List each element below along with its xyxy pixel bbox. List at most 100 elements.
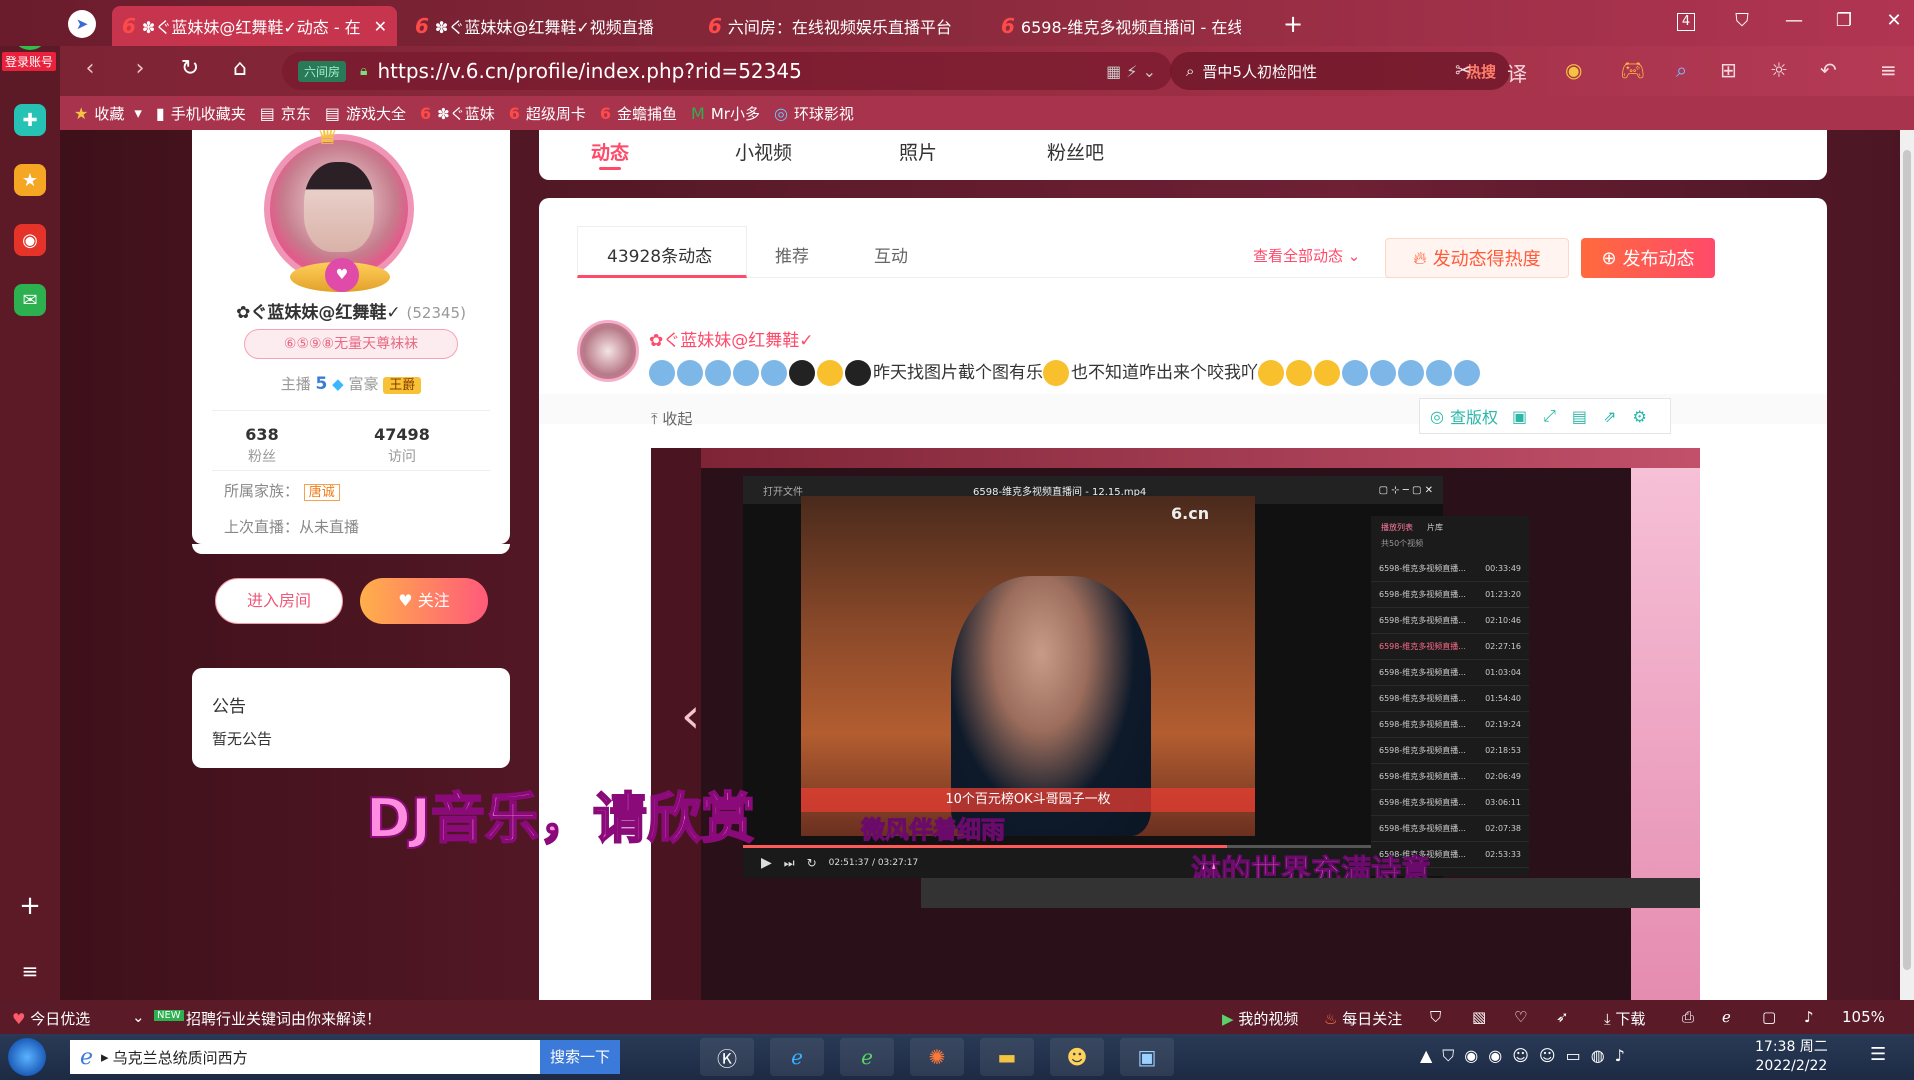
taskbar-search-input[interactable]: ℯ ▸ 乌克兰总统质问西方 搜索一下 bbox=[70, 1040, 620, 1074]
back-icon[interactable]: ‹ bbox=[75, 56, 105, 81]
ie-icon[interactable]: ℯ bbox=[770, 1038, 824, 1076]
game-icon[interactable]: 🎮︎ bbox=[1620, 58, 1645, 82]
folder-icon[interactable]: ▬ bbox=[980, 1038, 1034, 1076]
tab-short-video[interactable]: 小视频 bbox=[735, 138, 792, 165]
copyright-button[interactable]: 查版权 bbox=[1450, 404, 1498, 428]
playlist-item[interactable]: 6598-维克多视频直播... 02:10:46 bbox=[1371, 608, 1529, 634]
fans-count[interactable]: 638 bbox=[222, 425, 302, 444]
video-player[interactable]: 打开文件 6598-维克多视频直播间 - 12.15.mp4 ▢ ⊹ ─ ▢ ✕… bbox=[743, 476, 1529, 878]
scissors-icon[interactable]: ✂ bbox=[1455, 58, 1472, 82]
taskbar-search-button[interactable]: 搜索一下 bbox=[539, 1040, 620, 1074]
close-window-icon[interactable]: ✕ bbox=[1879, 10, 1909, 31]
download-button[interactable]: ⤓ 下载 bbox=[1604, 1008, 1645, 1029]
tab-2[interactable]: 6 ✽ぐ蓝妹妹@红舞鞋✓视频直播 bbox=[405, 6, 690, 46]
tab-photos[interactable]: 照片 bbox=[899, 138, 937, 165]
hot-post-button[interactable]: 🔥︎ 发动态得热度 bbox=[1385, 238, 1569, 278]
playlist-item[interactable]: 6598-维克多视频直播... 02:07:38 bbox=[1371, 816, 1529, 842]
bookmark-item[interactable]: 6 超级周卡 bbox=[509, 103, 586, 124]
menu-icon[interactable]: ≡ bbox=[1880, 58, 1897, 82]
tab-count-badge[interactable]: 4 bbox=[1677, 13, 1695, 31]
qr-icon[interactable]: ▦ ⚡ ⌄ bbox=[1106, 62, 1156, 81]
page-scrollbar[interactable] bbox=[1900, 130, 1914, 1000]
printer-icon[interactable]: ⎙ bbox=[1682, 1008, 1694, 1026]
scrollbar-thumb[interactable] bbox=[1903, 150, 1911, 970]
start-button[interactable] bbox=[8, 1038, 46, 1076]
tab-1[interactable]: 6 ✽ぐ蓝妹妹@红舞鞋✓动态 - 在 ✕ bbox=[112, 6, 397, 46]
bookmark-item[interactable]: 6 ✽ぐ蓝妹 bbox=[420, 103, 495, 124]
tab-4[interactable]: 6 6598-维克多视频直播间 - 在线 bbox=[991, 6, 1251, 46]
playlist-item[interactable]: 6598-维克多视频直播... 02:06:49 bbox=[1371, 764, 1529, 790]
refresh-icon[interactable]: ↻ bbox=[175, 56, 205, 81]
today-picks[interactable]: ♥ 今日优选 bbox=[12, 1008, 90, 1029]
expand-icon[interactable]: ⤢ bbox=[1543, 406, 1556, 426]
sound-icon[interactable]: ♪ bbox=[1804, 1008, 1814, 1026]
loop-icon[interactable]: ↻ bbox=[807, 856, 817, 870]
playlist-item[interactable]: 6598-维克多视频直播... 02:19:24 bbox=[1371, 712, 1529, 738]
playlist-item[interactable]: 6598-维克多视频直播... 01:03:04 bbox=[1371, 660, 1529, 686]
playlist-item[interactable]: 6598-维克多视频直播... 02:18:53 bbox=[1371, 738, 1529, 764]
my-video[interactable]: ▶ 我的视频 bbox=[1222, 1008, 1298, 1029]
feed-tab-all[interactable]: 43928条动态 bbox=[607, 242, 712, 267]
playlist-item[interactable]: 6598-维克多视频直播... 01:23:20 bbox=[1371, 582, 1529, 608]
tab-dynamics[interactable]: 动态 bbox=[591, 138, 629, 165]
playlist-item[interactable]: 6598-维克多视频直播... 03:06:11 bbox=[1371, 790, 1529, 816]
tray-icons[interactable]: ▲⛉◉◉☺☺▭◍♪ bbox=[1420, 1046, 1635, 1066]
window-icon[interactable]: ▢ bbox=[1762, 1008, 1776, 1026]
colorful-app-icon[interactable]: ✺ bbox=[910, 1038, 964, 1076]
feed-tab-interact[interactable]: 互动 bbox=[874, 242, 908, 267]
bookmark-favorites[interactable]: ★ 收藏 ▾ bbox=[74, 103, 142, 124]
visits-count[interactable]: 47498 bbox=[352, 425, 452, 444]
undo-icon[interactable]: ↶ bbox=[1820, 58, 1837, 82]
playlist-tab[interactable]: 播放列表 bbox=[1381, 522, 1413, 533]
avatar[interactable]: ♛ ♥ bbox=[264, 130, 414, 292]
forward-icon[interactable]: › bbox=[125, 56, 155, 81]
save-icon[interactable]: ▤ bbox=[1572, 407, 1587, 426]
weibo-icon[interactable]: ◉ bbox=[14, 224, 46, 256]
library-tab[interactable]: 片库 bbox=[1427, 522, 1443, 533]
gear-icon[interactable]: ⚙ bbox=[1632, 407, 1646, 426]
edge-icon[interactable]: ℯ bbox=[1722, 1008, 1731, 1026]
navigate-icon[interactable]: ➤ bbox=[68, 10, 96, 38]
home-icon[interactable]: ⌂ bbox=[225, 56, 255, 81]
bookmark-item[interactable]: ▤ 游戏大全 bbox=[325, 103, 406, 124]
image-icon[interactable]: ▧ bbox=[1472, 1008, 1486, 1026]
restore-icon[interactable]: ❐ bbox=[1829, 10, 1859, 31]
bookmark-item[interactable]: M Mr小多 bbox=[691, 103, 760, 124]
news-ticker[interactable]: 招聘行业关键词由你来解读！ bbox=[186, 1008, 381, 1029]
bookmark-item[interactable]: ▮ 手机收藏夹 bbox=[156, 103, 246, 124]
daily-follow[interactable]: ♨ 每日关注 bbox=[1324, 1008, 1402, 1029]
star-icon[interactable]: ★ bbox=[14, 164, 46, 196]
playlist-item[interactable]: 6598-维克多视频直播... 02:27:16 bbox=[1371, 634, 1529, 660]
bookmark-item[interactable]: ◎ 环球影视 bbox=[774, 103, 854, 124]
coin-icon[interactable]: ◉ bbox=[1565, 58, 1582, 82]
shirt-icon[interactable]: ⛉ bbox=[1727, 10, 1757, 31]
browser-e-icon[interactable]: ℯ bbox=[840, 1038, 894, 1076]
plus-circle-icon[interactable]: ✚ bbox=[14, 104, 46, 136]
add-icon[interactable]: + bbox=[14, 890, 46, 922]
kugou-icon[interactable]: Ⓚ bbox=[700, 1038, 754, 1076]
notification-icon[interactable]: ☰ bbox=[1870, 1044, 1886, 1065]
chick-app-icon[interactable]: ☻ bbox=[1050, 1038, 1104, 1076]
clock[interactable]: 17:38 周二 2022/2/22 bbox=[1755, 1038, 1828, 1076]
collapse-button[interactable]: ⤒ 收起 bbox=[651, 408, 692, 429]
view-all-dropdown[interactable]: 查看全部动态 ⌄ bbox=[1253, 245, 1360, 266]
enter-room-button[interactable]: 进入房间 bbox=[215, 578, 343, 624]
bookmark-item[interactable]: 6 金蟾捕鱼 bbox=[600, 103, 677, 124]
close-icon[interactable]: ✕ bbox=[374, 17, 387, 36]
url-field[interactable]: 六间房 🔒︎ https://v.6.cn/profile/index.php?… bbox=[282, 52, 1172, 90]
picture-app-icon[interactable]: ▣ bbox=[1120, 1038, 1174, 1076]
menu-icon[interactable]: ≡ bbox=[14, 955, 46, 987]
heartbeat-icon[interactable]: ♡ bbox=[1514, 1008, 1527, 1026]
next-icon[interactable]: ⏭ bbox=[784, 856, 795, 871]
login-label[interactable]: 登录账号 bbox=[2, 52, 57, 71]
tab-fan-bar[interactable]: 粉丝吧 bbox=[1047, 138, 1104, 165]
mail-icon[interactable]: ✉ bbox=[14, 284, 46, 316]
post-author[interactable]: ✿ぐ蓝妹妹@红舞鞋✓ bbox=[649, 326, 814, 351]
zoom-level[interactable]: 105% bbox=[1842, 1008, 1885, 1026]
follow-button[interactable]: ♥ 关注 bbox=[360, 578, 488, 624]
post-image[interactable]: ‹ 打开文件 6598-维克多视频直播间 - 12.15.mp4 ▢ ⊹ ─ ▢… bbox=[651, 448, 1700, 1000]
tab-3[interactable]: 6 六间房：在线视频娱乐直播平台 bbox=[698, 6, 983, 46]
playlist-item[interactable]: 6598-维克多视频直播... 00:33:49 bbox=[1371, 556, 1529, 582]
chevron-down-icon[interactable]: ⌄ bbox=[132, 1008, 145, 1026]
playlist-item[interactable]: 6598-维克多视频直播... 01:54:40 bbox=[1371, 686, 1529, 712]
